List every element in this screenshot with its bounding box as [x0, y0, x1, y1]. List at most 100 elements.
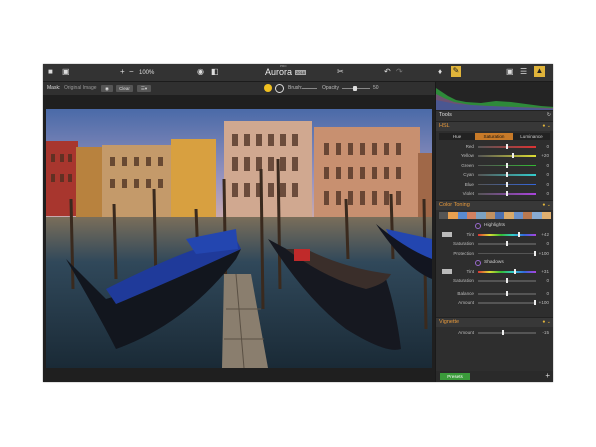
slider-knob[interactable] — [506, 241, 508, 247]
redo-icon[interactable]: ↷ — [396, 67, 403, 77]
color-toning-header[interactable]: Color Toning ● ⌄ — [436, 200, 553, 210]
presets-button[interactable]: Presets — [440, 373, 470, 380]
opacity-slider[interactable] — [342, 86, 370, 91]
undo-icon[interactable]: ↶ — [384, 67, 391, 77]
swatch[interactable] — [522, 212, 533, 219]
slider-value: +100 — [538, 300, 549, 306]
vignette-options-icon[interactable]: ● ⌄ — [542, 318, 551, 327]
swatch[interactable] — [476, 212, 486, 219]
stack-icon[interactable]: ☰ — [520, 67, 527, 77]
slider-track[interactable] — [478, 252, 536, 255]
slider-row[interactable]: Green 0 — [436, 161, 553, 170]
hsl-options-icon[interactable]: ● ⌄ — [542, 122, 551, 131]
swatch[interactable] — [485, 212, 495, 219]
swatch[interactable] — [439, 212, 449, 219]
slider-knob[interactable] — [517, 232, 520, 237]
slider-row[interactable]: Balance 0 — [436, 289, 553, 298]
vignette-title: Vignette — [439, 319, 460, 325]
slider-knob[interactable] — [506, 278, 508, 284]
slider-row[interactable]: Red 0 — [436, 142, 553, 151]
layers-icon[interactable]: ♦ — [438, 67, 442, 77]
slider-value: 0 — [546, 191, 549, 196]
swatch[interactable] — [513, 212, 523, 219]
slider-knob[interactable] — [514, 269, 517, 274]
swatch[interactable] — [494, 212, 505, 219]
preview-eye-icon[interactable]: ◉ — [197, 67, 204, 77]
slider-knob[interactable] — [511, 153, 514, 159]
balance-sliders: Balance 0 Amount +100 — [436, 289, 553, 308]
slider-knob[interactable] — [506, 191, 508, 196]
crop-icon[interactable]: ✂ — [337, 67, 344, 77]
slider-knob[interactable] — [534, 300, 536, 306]
slider-knob[interactable] — [506, 181, 508, 187]
swatch[interactable] — [541, 212, 551, 219]
slider-track[interactable] — [478, 332, 536, 334]
slider-knob[interactable] — [534, 250, 536, 256]
slider-row[interactable]: Violet 0 — [436, 189, 553, 198]
brush-mode-white[interactable] — [275, 84, 284, 93]
toning-options-icon[interactable]: ● ⌄ — [542, 201, 551, 210]
slider-track[interactable] — [478, 302, 536, 304]
slider-knob[interactable] — [506, 162, 508, 168]
hsl-tab-hue[interactable]: Hue — [439, 133, 475, 140]
swatch[interactable] — [457, 212, 467, 219]
tools-title: Tools — [439, 112, 452, 118]
hsl-tab-luminance[interactable]: Luminance — [513, 133, 550, 140]
monitor-icon[interactable]: ▣ — [506, 67, 514, 77]
slider-row[interactable]: Tint +42 — [436, 230, 553, 239]
slider-knob[interactable] — [501, 330, 504, 335]
mask-value[interactable]: Original Image — [64, 84, 97, 92]
slider-knob[interactable] — [506, 172, 508, 178]
swatch[interactable] — [504, 212, 514, 219]
swatch[interactable] — [466, 212, 477, 219]
brush-size-slider[interactable] — [302, 88, 317, 89]
compare-icon[interactable]: ◧ — [211, 67, 219, 77]
swatch[interactable] — [532, 212, 542, 219]
brush-mode-yellow[interactable] — [264, 84, 272, 92]
hsl-tab-saturation[interactable]: Saturation — [475, 133, 513, 140]
app-logo: PRO Aurora 2018 — [263, 64, 323, 79]
slider-track[interactable] — [478, 271, 536, 273]
slider-row[interactable]: Yellow +20 — [436, 151, 553, 160]
zoom-level[interactable]: 100% — [139, 68, 154, 78]
vignette-header[interactable]: Vignette ● ⌄ — [436, 317, 553, 327]
slider-label: Green — [461, 162, 474, 168]
hsl-header[interactable]: HSL ● ⌄ — [436, 121, 553, 131]
slider-value: 0 — [546, 162, 549, 168]
save-icon[interactable]: ▣ — [62, 67, 70, 77]
open-folder-icon[interactable]: ■ — [48, 67, 53, 77]
slider-label: Saturation — [453, 278, 474, 284]
tools-header: Tools ↻ — [436, 110, 553, 121]
slider-row[interactable]: Protection +100 — [436, 249, 553, 258]
slider-row[interactable]: Amount -15 — [436, 328, 553, 337]
slider-knob[interactable] — [506, 291, 508, 296]
opacity-label: Opacity — [322, 85, 339, 91]
tools-panel: Tools ↻ HSL ● ⌄ Hue Saturation Luminance… — [435, 82, 553, 382]
slider-row[interactable]: Cyan 0 — [436, 170, 553, 179]
slider-row[interactable]: Saturation 0 — [436, 276, 553, 285]
slider-track[interactable] — [478, 234, 536, 236]
zoom-out-button[interactable]: − — [129, 67, 134, 77]
slider-knob[interactable] — [506, 144, 508, 149]
opacity-knob[interactable] — [353, 86, 357, 91]
zoom-in-button[interactable]: + — [120, 67, 125, 77]
swatch[interactable] — [448, 212, 458, 219]
image-icon[interactable]: ▲ — [534, 66, 545, 77]
brush-tool-icon[interactable]: ✎ — [451, 66, 461, 77]
slider-value: -15 — [542, 330, 549, 335]
image-canvas[interactable] — [43, 95, 435, 382]
slider-track[interactable] — [478, 155, 536, 157]
clear-button[interactable]: Clear — [116, 85, 133, 92]
toning-swatches[interactable] — [439, 212, 551, 219]
refresh-icon[interactable]: ↻ — [547, 111, 551, 120]
slider-row[interactable]: Blue 0 — [436, 180, 553, 189]
slider-row[interactable]: Tint +31 — [436, 267, 553, 276]
slider-row[interactable]: Saturation 0 — [436, 239, 553, 248]
slider-row[interactable]: Amount +100 — [436, 298, 553, 307]
mask-view-button[interactable]: ◉ — [101, 85, 113, 92]
top-toolbar: ■ ▣ + − 100% ◉ ◧ PRO Aurora 2018 ✂ ↶ ↷ ♦… — [43, 64, 553, 82]
add-preset-button[interactable]: + — [545, 371, 550, 381]
hsl-title: HSL — [439, 123, 450, 129]
mask-menu-button[interactable]: ☰▾ — [137, 85, 151, 92]
app-window: ■ ▣ + − 100% ◉ ◧ PRO Aurora 2018 ✂ ↶ ↷ ♦… — [43, 64, 553, 382]
